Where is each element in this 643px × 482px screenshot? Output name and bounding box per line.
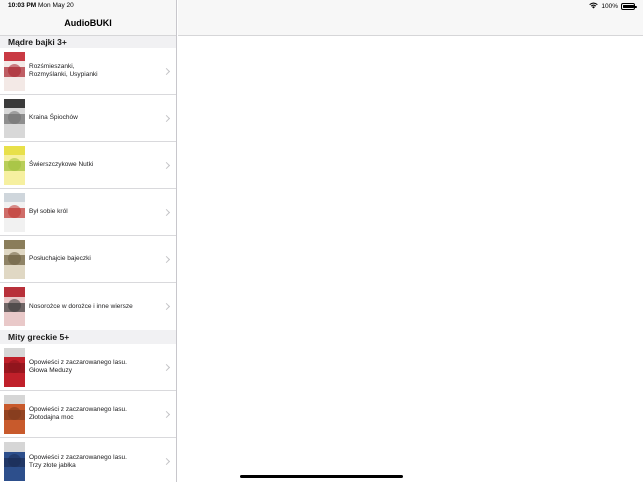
chevron-right-icon bbox=[162, 363, 171, 371]
chevron-right-icon bbox=[162, 67, 171, 75]
chevron-right-icon bbox=[162, 255, 171, 263]
book-cover bbox=[4, 51, 25, 91]
book-row[interactable]: Opowieści z zaczarowanego lasu. Trzy zło… bbox=[0, 438, 176, 482]
book-cover bbox=[4, 347, 25, 387]
sidebar: AudioBUKI Mądre bajki 3+ Rozśmieszanki, … bbox=[0, 0, 177, 482]
book-row[interactable]: Posłuchajcie bajeczki bbox=[0, 236, 176, 283]
book-title: Kraina Śpiochów bbox=[29, 114, 78, 121]
detail-pane bbox=[178, 0, 643, 482]
chevron-right-icon bbox=[162, 161, 171, 169]
book-title: Opowieści z zaczarowanego lasu. Trzy zło… bbox=[29, 453, 127, 469]
chevron-right-icon bbox=[162, 457, 171, 466]
book-cover bbox=[4, 145, 25, 185]
book-section: Mądre bajki 3+ Rozśmieszanki, Rozmyślank… bbox=[0, 36, 176, 330]
status-indicators: 100% bbox=[589, 2, 637, 11]
book-row[interactable]: Opowieści z zaczarowanego lasu. Głowa Me… bbox=[0, 344, 176, 391]
section-header: Mądre bajki 3+ bbox=[0, 36, 176, 48]
book-row[interactable]: Był sobie król bbox=[0, 189, 176, 236]
status-date: Mon May 20 bbox=[38, 2, 74, 9]
status-bar: 10:03 PM Mon May 20 100% bbox=[0, 0, 643, 12]
book-row[interactable]: Świerszczykowe Nutki bbox=[0, 142, 176, 189]
book-title: Świerszczykowe Nutki bbox=[29, 161, 94, 168]
book-cover bbox=[4, 394, 25, 434]
book-row[interactable]: Kraina Śpiochów bbox=[0, 95, 176, 142]
book-title: Nosorożce w dorożce i inne wiersze bbox=[29, 302, 133, 310]
home-indicator[interactable] bbox=[240, 475, 403, 478]
chevron-right-icon bbox=[162, 302, 171, 311]
book-title: Opowieści z zaczarowanego lasu. Głowa Me… bbox=[29, 359, 127, 374]
battery-icon bbox=[621, 3, 637, 10]
book-cover bbox=[4, 192, 25, 232]
book-cover bbox=[4, 98, 25, 138]
status-time: 10:03 PM bbox=[8, 2, 37, 9]
app-title: AudioBUKI bbox=[64, 18, 112, 28]
app-screen: 10:03 PM Mon May 20 100% AudioBUKI Mądre… bbox=[0, 0, 643, 482]
wifi-icon bbox=[589, 2, 599, 11]
book-title: Posłuchajcie bajeczki bbox=[29, 255, 91, 262]
chevron-right-icon bbox=[162, 208, 171, 216]
book-section: Mity greckie 5+ Opowieści z zaczarowaneg… bbox=[0, 330, 176, 482]
book-row[interactable]: Opowieści z zaczarowanego lasu. Złotodaj… bbox=[0, 391, 176, 438]
book-row[interactable]: Rozśmieszanki, Rozmyślanki, Usypianki bbox=[0, 48, 176, 95]
book-title: Opowieści z zaczarowanego lasu. Złotodaj… bbox=[29, 406, 127, 421]
book-row[interactable]: Nosorożce w dorożce i inne wiersze bbox=[0, 283, 176, 330]
book-cover bbox=[4, 287, 25, 326]
battery-level bbox=[622, 4, 634, 9]
book-list: Opowieści z zaczarowanego lasu. Głowa Me… bbox=[0, 344, 176, 482]
chevron-right-icon bbox=[162, 410, 171, 418]
chevron-right-icon bbox=[162, 114, 171, 122]
book-title: Rozśmieszanki, Rozmyślanki, Usypianki bbox=[29, 63, 98, 78]
book-cover bbox=[4, 442, 25, 481]
book-title: Był sobie król bbox=[29, 208, 68, 215]
section-header: Mity greckie 5+ bbox=[0, 330, 176, 344]
book-list: Rozśmieszanki, Rozmyślanki, Usypianki Kr… bbox=[0, 48, 176, 330]
book-cover bbox=[4, 239, 25, 279]
battery-percent: 100% bbox=[601, 3, 618, 10]
